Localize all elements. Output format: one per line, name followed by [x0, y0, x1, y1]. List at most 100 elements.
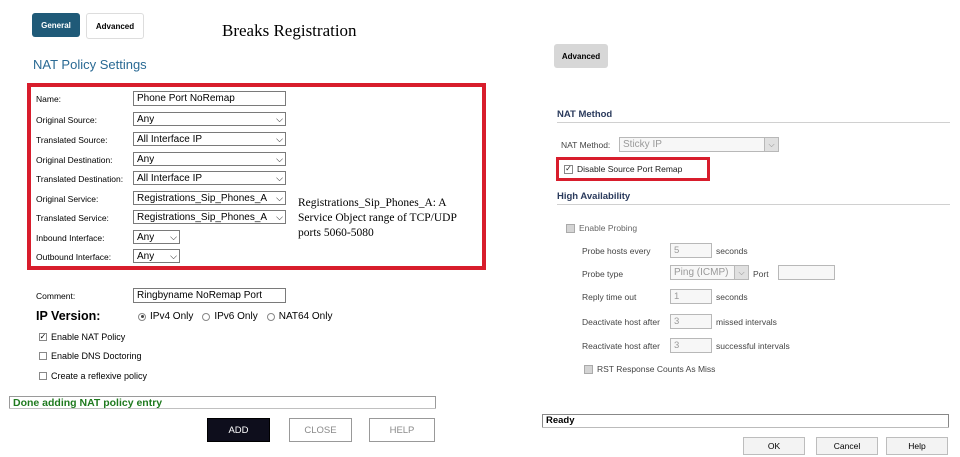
radio-ipv6-label: IPv6 Only — [214, 311, 258, 322]
name-input[interactable]: Phone Port NoRemap — [133, 91, 286, 106]
probe-type-value: Ping (ICMP) — [674, 267, 729, 278]
section-high-availability: High Availability — [557, 191, 631, 202]
original-source-select[interactable]: Any ⌵ — [133, 112, 286, 126]
rst-response-checkbox[interactable] — [584, 364, 593, 374]
status-message: Done adding NAT policy entry — [9, 396, 436, 409]
translated-destination-select[interactable]: All Interface IP ⌵ — [133, 171, 286, 185]
close-button[interactable]: CLOSE — [289, 418, 352, 442]
deactivate-host-after-label: Deactivate host after — [582, 317, 660, 327]
radio-ipv6[interactable] — [202, 312, 211, 321]
translated-source-select[interactable]: All Interface IP ⌵ — [133, 132, 286, 146]
inbound-interface-select[interactable]: Any ⌵ — [133, 230, 180, 244]
reactivate-host-after-input[interactable]: 3 — [670, 338, 712, 353]
chevron-down-icon: ⌵ — [276, 153, 283, 164]
help-button-right[interactable]: Help — [886, 437, 948, 455]
chevron-down-icon: ⌵ — [170, 231, 177, 242]
disable-source-port-remap-label: Disable Source Port Remap — [577, 164, 683, 174]
original-source-value: Any — [137, 113, 155, 125]
original-service-label: Original Service: — [36, 194, 99, 204]
radio-nat64-label: NAT64 Only — [278, 311, 333, 322]
probe-type-label: Probe type — [582, 269, 624, 279]
nat-method-value: Sticky IP — [623, 139, 662, 150]
status-divider — [542, 427, 949, 428]
outbound-interface-label: Outbound Interface: — [36, 252, 112, 262]
reactivate-host-after-unit: successful intervals — [716, 341, 790, 351]
enable-nat-policy-label: Enable NAT Policy — [51, 332, 126, 342]
chevron-down-icon: ⌵ — [734, 266, 748, 279]
radio-ipv4-label: IPv4 Only — [150, 311, 194, 322]
nat-method-label: NAT Method: — [561, 140, 611, 150]
reply-time-out-input[interactable]: 1 — [670, 289, 712, 304]
enable-nat-policy-row: ✓ Enable NAT Policy — [39, 332, 125, 342]
translated-service-value: Registrations_Sip_Phones_A — [137, 211, 268, 223]
create-reflexive-policy-label: Create a reflexive policy — [51, 371, 148, 381]
reply-time-out-unit: seconds — [716, 292, 748, 302]
rst-response-label: RST Response Counts As Miss — [597, 364, 716, 374]
translated-service-select[interactable]: Registrations_Sip_Phones_A ⌵ — [133, 210, 286, 224]
original-service-select[interactable]: Registrations_Sip_Phones_A ⌵ — [133, 191, 286, 205]
create-reflexive-policy-checkbox[interactable] — [39, 372, 47, 380]
inbound-interface-label: Inbound Interface: — [36, 233, 105, 243]
probe-type-select[interactable]: Ping (ICMP) ⌵ — [670, 265, 749, 280]
nat-method-select[interactable]: Sticky IP ⌵ — [619, 137, 779, 152]
original-destination-select[interactable]: Any ⌵ — [133, 152, 286, 166]
note-line: Registrations_Sip_Phones_A: A — [298, 197, 447, 209]
tab-general[interactable]: General — [32, 13, 80, 37]
section-nat-method: NAT Method — [557, 109, 613, 120]
original-destination-label: Original Destination: — [36, 155, 113, 165]
service-object-note: Registrations_Sip_Phones_A: A Service Ob… — [298, 196, 483, 241]
document-title: Breaks Registration — [222, 21, 357, 40]
enable-nat-policy-checkbox[interactable]: ✓ — [39, 333, 47, 341]
note-line: ports 5060-5080 — [298, 227, 374, 239]
chevron-down-icon: ⌵ — [276, 192, 283, 203]
enable-probing-row: Enable Probing — [566, 223, 637, 233]
translated-service-label: Translated Service: — [36, 213, 109, 223]
chevron-down-icon: ⌵ — [276, 133, 283, 144]
enable-dns-doctoring-checkbox[interactable] — [39, 352, 47, 360]
original-destination-value: Any — [137, 153, 155, 165]
comment-input[interactable]: Ringbyname NoRemap Port — [133, 288, 286, 303]
probe-port-input[interactable] — [778, 265, 835, 280]
deactivate-host-after-input[interactable]: 3 — [670, 314, 712, 329]
note-line: Service Object range of TCP/UDP — [298, 212, 457, 224]
name-label: Name: — [36, 94, 62, 104]
tab-advanced-right[interactable]: Advanced — [554, 44, 608, 68]
translated-source-label: Translated Source: — [36, 135, 108, 145]
translated-source-value: All Interface IP — [137, 133, 203, 145]
deactivate-host-after-unit: missed intervals — [716, 317, 777, 327]
rst-response-row: RST Response Counts As Miss — [584, 364, 715, 374]
enable-probing-checkbox[interactable] — [566, 223, 575, 233]
chevron-down-icon: ⌵ — [764, 138, 778, 151]
chevron-down-icon: ⌵ — [170, 250, 177, 261]
help-button[interactable]: HELP — [369, 418, 435, 442]
chevron-down-icon: ⌵ — [276, 172, 283, 183]
original-source-label: Original Source: — [36, 115, 97, 125]
disable-source-port-remap-row: ✓ Disable Source Port Remap — [564, 164, 682, 174]
enable-dns-doctoring-row: Enable DNS Doctoring — [39, 351, 142, 361]
add-button[interactable]: ADD — [207, 418, 270, 442]
ok-button[interactable]: OK — [743, 437, 805, 455]
disable-source-port-remap-checkbox[interactable]: ✓ — [564, 164, 573, 174]
translated-destination-value: All Interface IP — [137, 172, 203, 184]
probe-hosts-every-input[interactable]: 5 — [670, 243, 712, 258]
section-divider — [557, 204, 950, 205]
chevron-down-icon: ⌵ — [276, 211, 283, 222]
reply-time-out-label: Reply time out — [582, 292, 637, 302]
inbound-interface-value: Any — [137, 231, 155, 243]
tab-advanced[interactable]: Advanced — [86, 13, 144, 39]
radio-ipv4[interactable] — [138, 312, 146, 321]
status-divider — [9, 408, 436, 409]
create-reflexive-policy-row: Create a reflexive policy — [39, 371, 147, 381]
reactivate-host-after-label: Reactivate host after — [582, 341, 660, 351]
radio-nat64[interactable] — [266, 312, 275, 321]
enable-dns-doctoring-label: Enable DNS Doctoring — [51, 351, 142, 361]
chevron-down-icon: ⌵ — [276, 113, 283, 124]
ip-version-label: IP Version: — [36, 309, 101, 323]
outbound-interface-select[interactable]: Any ⌵ — [133, 249, 180, 263]
ip-version-radio-group: IPv4 Only IPv6 Only NAT64 Only — [138, 311, 332, 322]
section-divider — [557, 122, 950, 123]
comment-label: Comment: — [36, 291, 76, 301]
cancel-button[interactable]: Cancel — [816, 437, 878, 455]
probe-port-label: Port — [753, 269, 769, 279]
probe-hosts-every-unit: seconds — [716, 246, 748, 256]
